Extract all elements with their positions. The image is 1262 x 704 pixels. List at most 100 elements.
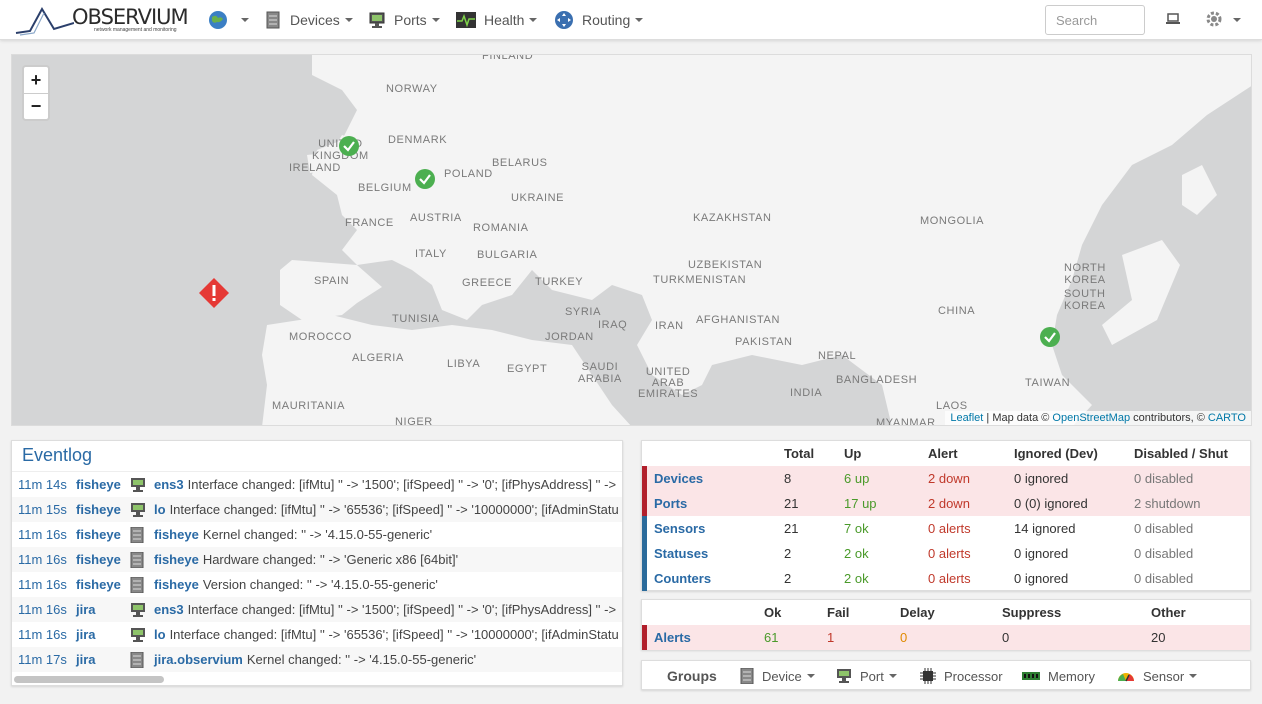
chevron-down-icon bbox=[635, 18, 644, 22]
event-message: Interface changed: [ifMtu] '' -> '1500';… bbox=[187, 602, 617, 617]
event-device-link[interactable]: fisheye bbox=[76, 502, 130, 517]
status-disabled: 0 disabled bbox=[1134, 546, 1194, 561]
groups-processor-link[interactable]: Processor bbox=[920, 661, 1003, 691]
map-label: MOROCCO bbox=[289, 331, 352, 343]
row-label[interactable]: Ports bbox=[654, 491, 687, 516]
groups-sensor-menu[interactable]: Sensor bbox=[1117, 661, 1198, 691]
groups-memory-link[interactable]: Memory bbox=[1022, 661, 1095, 691]
settings-menu[interactable] bbox=[1205, 0, 1241, 40]
laptop-button[interactable] bbox=[1165, 0, 1181, 40]
map-label: TUNISIA bbox=[392, 313, 440, 325]
map-attribution: Leaflet | Map data © OpenStreetMap contr… bbox=[945, 411, 1251, 425]
event-device-link[interactable]: jira bbox=[76, 602, 130, 617]
nav-health[interactable]: Health bbox=[456, 0, 538, 40]
port-icon bbox=[130, 602, 154, 618]
map-label: EGYPT bbox=[507, 363, 548, 375]
osm-link[interactable]: OpenStreetMap bbox=[1052, 412, 1130, 424]
event-device-link[interactable]: fisheye bbox=[76, 552, 130, 567]
groups-port-menu[interactable]: Port bbox=[836, 661, 897, 691]
col-ignored: Ignored (Dev) bbox=[1014, 446, 1098, 461]
col-delay: Delay bbox=[900, 605, 935, 620]
groups-device-label: Device bbox=[762, 668, 802, 684]
event-time[interactable]: 11m 16s bbox=[12, 577, 76, 592]
world-map[interactable]: FINLAND NORWAY DENMARK UNITED KINGDOM IR… bbox=[11, 54, 1252, 426]
row-label[interactable]: Counters bbox=[654, 566, 711, 591]
status-total: 2 bbox=[784, 546, 792, 561]
event-device-link[interactable]: fisheye bbox=[76, 477, 130, 492]
row-label[interactable]: Devices bbox=[654, 466, 703, 491]
event-entity-link[interactable]: fisheye bbox=[154, 577, 199, 592]
event-time[interactable]: 11m 16s bbox=[12, 602, 76, 617]
map-label: IRAQ bbox=[598, 319, 628, 331]
device-ok-marker[interactable] bbox=[414, 168, 436, 190]
status-up: 17 up bbox=[844, 496, 877, 511]
status-ignored: 0 ignored bbox=[1014, 471, 1069, 486]
map-label: AUSTRIA bbox=[410, 212, 462, 224]
event-time[interactable]: 11m 14s bbox=[12, 477, 76, 492]
search-input[interactable] bbox=[1045, 5, 1145, 35]
status-row-counters[interactable]: Counters 2 2 ok 0 alerts 0 ignored 0 disabled bbox=[642, 566, 1250, 591]
map-label: UZBEKISTAN bbox=[688, 259, 763, 271]
col-other: Other bbox=[1151, 605, 1186, 620]
status-summary-table: Total Up Alert Ignored (Dev) Disabled / … bbox=[641, 440, 1251, 591]
groups-title: Groups bbox=[667, 668, 717, 684]
nav-devices[interactable]: Devices bbox=[264, 0, 353, 40]
device-alert-marker[interactable] bbox=[198, 277, 230, 309]
map-label: BELGIUM bbox=[358, 182, 412, 194]
horizontal-scrollbar[interactable] bbox=[14, 676, 164, 683]
map-label: DENMARK bbox=[388, 134, 448, 146]
groups-device-menu[interactable]: Device bbox=[740, 661, 815, 691]
status-row-ports[interactable]: Ports 21 17 up 2 down 0 (0) ignored 2 shutdow… bbox=[642, 491, 1250, 516]
map-label: IRAN bbox=[655, 320, 684, 332]
device-ok-marker[interactable] bbox=[1039, 326, 1061, 348]
nav-routing[interactable]: Routing bbox=[554, 0, 644, 40]
row-label[interactable]: Sensors bbox=[654, 516, 705, 541]
nav-globe-menu[interactable] bbox=[208, 0, 249, 40]
groups-memory-label: Memory bbox=[1048, 668, 1095, 684]
observium-logo[interactable]: OBSERVIUM network management and monitor… bbox=[14, 3, 189, 37]
status-disabled: 0 disabled bbox=[1134, 471, 1194, 486]
status-up: 6 up bbox=[844, 471, 870, 486]
status-row-devices[interactable]: Devices 8 6 up 2 down 0 ignored 0 disabled bbox=[642, 466, 1250, 491]
event-time[interactable]: 11m 17s bbox=[12, 652, 76, 667]
nav-ports[interactable]: Ports bbox=[368, 0, 440, 40]
event-time[interactable]: 11m 16s bbox=[12, 527, 76, 542]
zoom-in-button[interactable]: + bbox=[24, 67, 48, 93]
routing-icon bbox=[554, 10, 574, 30]
leaflet-link[interactable]: Leaflet bbox=[950, 412, 983, 424]
event-message: Interface changed: [ifMtu] '' -> '65536'… bbox=[169, 502, 619, 517]
event-entity-link[interactable]: fisheye bbox=[154, 527, 199, 542]
eventlog-title[interactable]: Eventlog bbox=[12, 441, 622, 472]
event-entity-link[interactable]: fisheye bbox=[154, 552, 199, 567]
event-entity-link[interactable]: ens3 bbox=[154, 602, 184, 617]
event-device-link[interactable]: jira bbox=[76, 652, 130, 667]
event-time[interactable]: 11m 16s bbox=[12, 552, 76, 567]
event-entity-link[interactable]: ens3 bbox=[154, 477, 184, 492]
zoom-out-button[interactable]: − bbox=[24, 93, 48, 119]
event-entity-link[interactable]: lo bbox=[154, 502, 166, 517]
event-device-link[interactable]: jira bbox=[76, 627, 130, 642]
device-ok-marker[interactable] bbox=[338, 135, 360, 157]
row-label[interactable]: Alerts bbox=[654, 625, 691, 650]
alerts-other-count: 20 bbox=[1151, 630, 1166, 645]
status-row-statuses[interactable]: Statuses 2 2 ok 0 alerts 0 ignored 0 disabled bbox=[642, 541, 1250, 566]
groups-port-label: Port bbox=[860, 668, 884, 684]
event-entity-link[interactable]: lo bbox=[154, 627, 166, 642]
carto-link[interactable]: CARTO bbox=[1208, 412, 1246, 424]
map-label: NEPAL bbox=[818, 350, 857, 362]
col-fail: Fail bbox=[827, 605, 850, 620]
status-disabled: 0 disabled bbox=[1134, 521, 1194, 536]
row-label[interactable]: Statuses bbox=[654, 541, 708, 566]
map-label: JORDAN bbox=[545, 331, 594, 343]
alerts-row[interactable]: Alerts 61 1 0 0 20 bbox=[642, 625, 1250, 650]
map-label: MAURITANIA bbox=[272, 400, 346, 412]
event-device-link[interactable]: fisheye bbox=[76, 577, 130, 592]
status-row-sensors[interactable]: Sensors 21 7 ok 0 alerts 14 ignored 0 disable… bbox=[642, 516, 1250, 541]
event-entity-link[interactable]: jira.observium bbox=[154, 652, 243, 667]
event-device-link[interactable]: fisheye bbox=[76, 527, 130, 542]
col-disabled: Disabled / Shut bbox=[1134, 446, 1228, 461]
event-time[interactable]: 11m 15s bbox=[12, 502, 76, 517]
event-time[interactable]: 11m 16s bbox=[12, 627, 76, 642]
map-label: UKRAINE bbox=[511, 192, 565, 204]
groups-processor-label: Processor bbox=[944, 668, 1003, 684]
